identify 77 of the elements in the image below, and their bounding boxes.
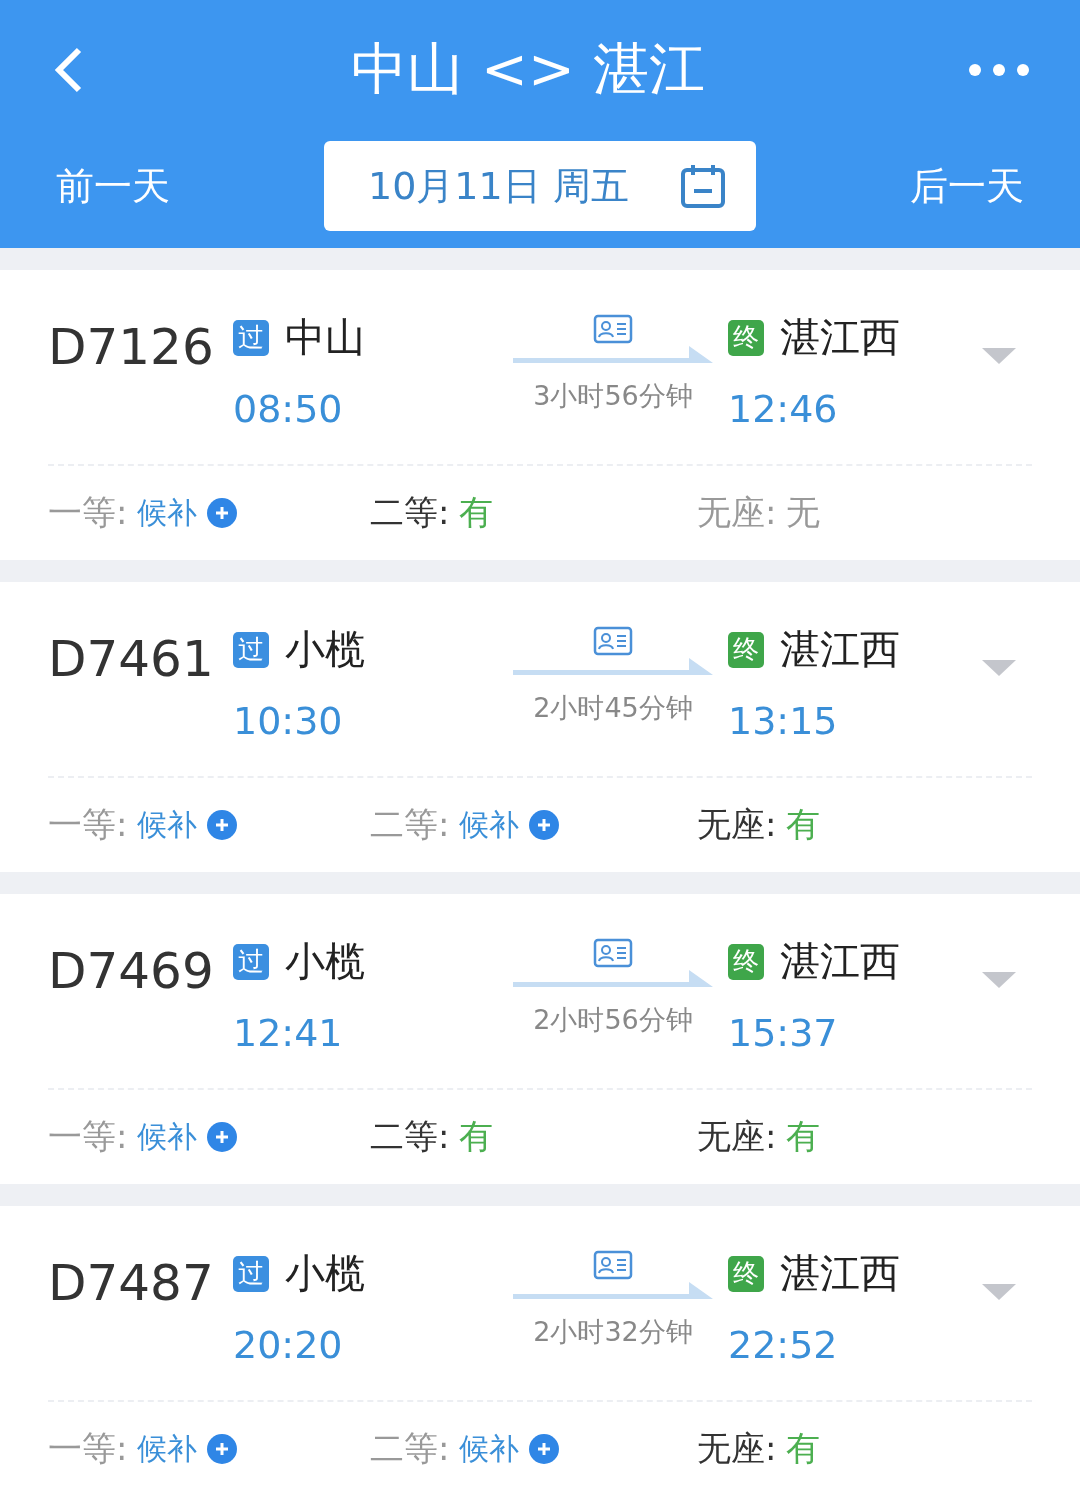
duration: 3小时56分钟 <box>533 379 693 413</box>
seat-class: 二等: <box>370 491 450 534</box>
seat-class: 二等: <box>370 1115 450 1158</box>
departure-station: 小榄 <box>285 1249 365 1298</box>
train-number: D7126 <box>48 317 215 376</box>
duration: 2小时45分钟 <box>533 691 693 725</box>
seat-class: 二等: <box>370 1427 450 1470</box>
train-card[interactable]: D7126 过 中山 08:50 3小时56分钟 终 湛江西 12:46 一等: 候补 二等: 有 无座: 无 <box>0 270 1080 560</box>
train-number: D7469 <box>48 941 215 1000</box>
calendar-icon <box>680 163 726 209</box>
departure-time: 20:20 <box>233 1323 344 1367</box>
seat-availability: 候补 <box>459 1429 520 1468</box>
id-card-icon <box>593 314 633 344</box>
pass-tag: 过 <box>233 319 269 356</box>
departure-time: 08:50 <box>233 387 344 431</box>
pass-tag: 过 <box>233 1255 269 1292</box>
departure-station: 小榄 <box>285 625 365 674</box>
arrival-station: 湛江西 <box>780 313 900 362</box>
seat-class: 一等: <box>48 1427 128 1470</box>
arrival-station: 湛江西 <box>780 937 900 986</box>
seat-class: 无座: <box>697 803 777 846</box>
seat-availability: 有 <box>786 803 821 846</box>
arrow-icon <box>513 656 713 678</box>
seat-class: 二等: <box>370 803 450 846</box>
pass-tag: 过 <box>233 943 269 980</box>
add-icon[interactable] <box>207 1434 238 1464</box>
seat-availability: 候补 <box>459 805 520 844</box>
train-number: D7487 <box>48 1253 215 1312</box>
seat-class: 无座: <box>697 491 777 534</box>
arrow-icon <box>513 968 713 990</box>
arrival-time: 15:37 <box>728 1011 839 1055</box>
terminal-tag: 终 <box>728 1255 764 1292</box>
seat-class: 无座: <box>697 1427 777 1470</box>
add-icon[interactable] <box>207 810 238 840</box>
train-card[interactable]: D7461 过 小榄 10:30 2小时45分钟 终 湛江西 13:15 一等: 候补 二等: 候补 无座: 有 <box>0 582 1080 872</box>
arrow-icon <box>513 344 713 366</box>
add-icon[interactable] <box>529 1434 560 1464</box>
terminal-tag: 终 <box>728 943 764 980</box>
seat-class: 一等: <box>48 491 128 534</box>
seat-availability: 有 <box>786 1115 821 1158</box>
arrival-time: 12:46 <box>728 387 839 431</box>
id-card-icon <box>593 626 633 656</box>
add-icon[interactable] <box>529 810 560 840</box>
seat-availability: 候补 <box>137 493 198 532</box>
departure-time: 12:41 <box>233 1011 344 1055</box>
seat-class: 一等: <box>48 1115 128 1158</box>
duration: 2小时56分钟 <box>533 1003 693 1037</box>
seat-availability: 有 <box>459 491 494 534</box>
add-icon[interactable] <box>207 1122 238 1152</box>
departure-time: 10:30 <box>233 699 344 743</box>
train-card[interactable]: D7487 过 小榄 20:20 2小时32分钟 终 湛江西 22:52 一等: 候补 二等: 候补 无座: 有 <box>0 1206 1080 1496</box>
seat-availability: 候补 <box>137 805 198 844</box>
departure-station: 中山 <box>285 313 365 362</box>
duration: 2小时32分钟 <box>533 1315 693 1349</box>
arrival-station: 湛江西 <box>780 1249 900 1298</box>
seat-class: 无座: <box>697 1115 777 1158</box>
arrow-icon <box>513 1280 713 1302</box>
seat-availability: 有 <box>786 1427 821 1470</box>
date-picker[interactable]: 10月11日 周五 <box>324 141 756 231</box>
seat-availability: 候补 <box>137 1429 198 1468</box>
terminal-tag: 终 <box>728 319 764 356</box>
id-card-icon <box>593 1250 633 1280</box>
seat-class: 一等: <box>48 803 128 846</box>
train-number: D7461 <box>48 629 215 688</box>
arrival-time: 22:52 <box>728 1323 839 1367</box>
terminal-tag: 终 <box>728 631 764 668</box>
seat-availability: 有 <box>459 1115 494 1158</box>
seat-availability: 无 <box>786 491 821 534</box>
departure-station: 小榄 <box>285 937 365 986</box>
id-card-icon <box>593 938 633 968</box>
arrival-station: 湛江西 <box>780 625 900 674</box>
seat-availability: 候补 <box>137 1117 198 1156</box>
add-icon[interactable] <box>207 498 238 528</box>
train-card[interactable]: D7469 过 小榄 12:41 2小时56分钟 终 湛江西 15:37 一等: 候补 二等: 有 无座: 有 <box>0 894 1080 1184</box>
pass-tag: 过 <box>233 631 269 668</box>
page-title: 中山 <> 湛江 <box>351 35 705 103</box>
arrival-time: 13:15 <box>728 699 839 743</box>
